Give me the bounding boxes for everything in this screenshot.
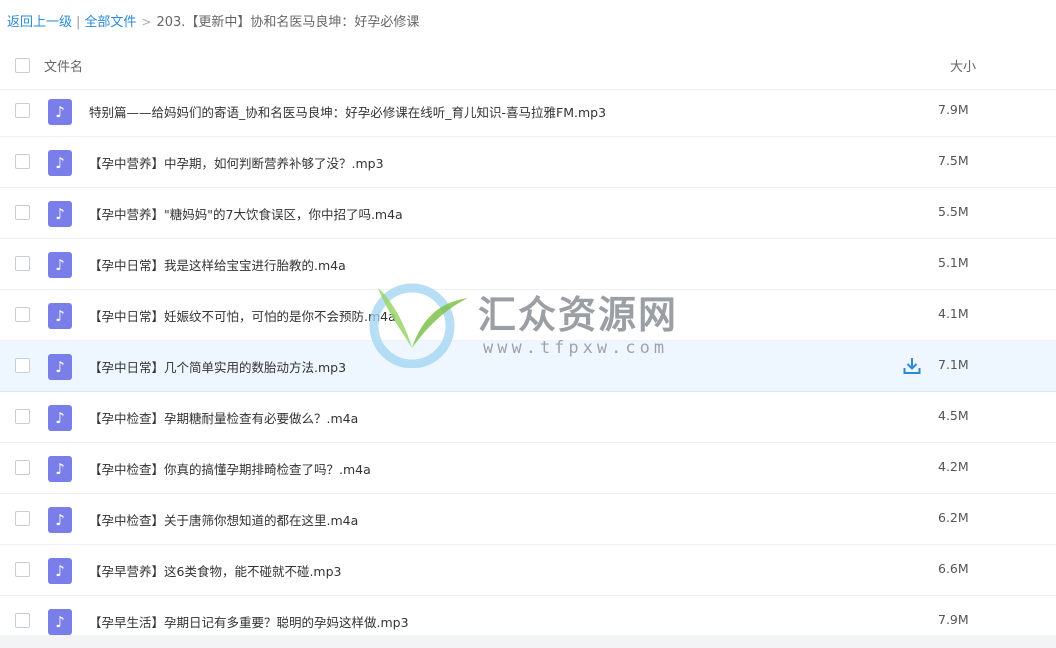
row-checkbox[interactable]	[15, 103, 30, 118]
music-note-icon: ♪	[48, 150, 72, 176]
breadcrumb-separator: |	[76, 15, 81, 30]
file-size: 6.6M	[938, 561, 969, 576]
music-note-icon: ♪	[48, 354, 72, 380]
row-checkbox[interactable]	[15, 205, 30, 220]
row-checkbox[interactable]	[15, 256, 30, 271]
name-column-header[interactable]: 文件名	[44, 56, 83, 75]
back-link[interactable]: 返回上一级	[7, 15, 72, 30]
all-files-link[interactable]: 全部文件	[84, 15, 136, 30]
file-size: 4.2M	[938, 459, 969, 474]
row-checkbox[interactable]	[15, 511, 30, 526]
file-name[interactable]: 【孕中日常】我是这样给宝宝进行胎教的.m4a	[89, 255, 346, 274]
file-size: 6.2M	[938, 510, 969, 525]
music-note-icon: ♪	[48, 405, 72, 431]
file-row[interactable]: ♪ 【孕中检查】你真的搞懂孕期排畸检查了吗？.m4a 4.2M	[0, 443, 1056, 494]
file-size: 7.9M	[938, 102, 969, 117]
file-size: 5.1M	[938, 255, 969, 270]
music-note-icon: ♪	[48, 558, 72, 584]
file-size: 4.1M	[938, 306, 969, 321]
breadcrumb: 返回上一级 | 全部文件 >203.【更新中】协和名医马良坤：好孕必修课	[7, 13, 419, 31]
current-folder: 203.【更新中】协和名医马良坤：好孕必修课	[156, 15, 420, 30]
file-row[interactable]: ♪ 【孕早营养】这6类食物，能不碰就不碰.mp3 6.6M	[0, 545, 1056, 596]
select-all-checkbox[interactable]	[15, 58, 30, 73]
file-name[interactable]: 特别篇——给妈妈们的寄语_协和名医马良坤：好孕必修课在线听_育儿知识-喜马拉雅F…	[89, 102, 606, 121]
music-note-icon: ♪	[48, 456, 72, 482]
music-note-icon: ♪	[48, 99, 72, 125]
music-note-icon: ♪	[48, 201, 72, 227]
music-note-icon: ♪	[48, 609, 72, 635]
size-column-header[interactable]: 大小	[950, 56, 976, 75]
row-checkbox[interactable]	[15, 562, 30, 577]
file-row[interactable]: ♪ 【孕中检查】关于唐筛你想知道的都在这里.m4a 6.2M	[0, 494, 1056, 545]
file-name[interactable]: 【孕中日常】妊娠纹不可怕，可怕的是你不会预防.m4a	[89, 306, 396, 325]
file-size: 7.9M	[938, 612, 969, 627]
file-size: 7.5M	[938, 153, 969, 168]
file-name[interactable]: 【孕中日常】几个简单实用的数胎动方法.mp3	[89, 357, 346, 376]
file-name[interactable]: 【孕中检查】关于唐筛你想知道的都在这里.m4a	[89, 510, 358, 529]
file-list-header: 文件名 大小	[0, 41, 1056, 90]
file-size: 4.5M	[938, 408, 969, 423]
row-checkbox[interactable]	[15, 154, 30, 169]
file-row[interactable]: ♪ 【孕中日常】几个简单实用的数胎动方法.mp3 7.1M	[0, 341, 1056, 392]
row-checkbox[interactable]	[15, 613, 30, 628]
file-name[interactable]: 【孕中营养】"糖妈妈"的7大饮食误区，你中招了吗.m4a	[89, 204, 403, 223]
file-name[interactable]: 【孕中检查】孕期糖耐量检查有必要做么？.m4a	[89, 408, 358, 427]
file-name[interactable]: 【孕早营养】这6类食物，能不碰就不碰.mp3	[89, 561, 342, 580]
row-checkbox[interactable]	[15, 460, 30, 475]
music-note-icon: ♪	[48, 303, 72, 329]
file-row[interactable]: ♪ 【孕中检查】孕期糖耐量检查有必要做么？.m4a 4.5M	[0, 392, 1056, 443]
row-checkbox[interactable]	[15, 358, 30, 373]
file-row[interactable]: ♪ 【孕中日常】妊娠纹不可怕，可怕的是你不会预防.m4a 4.1M	[0, 290, 1056, 341]
download-icon[interactable]	[902, 356, 922, 376]
file-row[interactable]: ♪ 【孕中日常】我是这样给宝宝进行胎教的.m4a 5.1M	[0, 239, 1056, 290]
file-name[interactable]: 【孕中检查】你真的搞懂孕期排畸检查了吗？.m4a	[89, 459, 371, 478]
file-row[interactable]: ♪ 【孕中营养】"糖妈妈"的7大饮食误区，你中招了吗.m4a 5.5M	[0, 188, 1056, 239]
file-size: 7.1M	[938, 357, 969, 372]
music-note-icon: ♪	[48, 507, 72, 533]
file-list: ♪ 特别篇——给妈妈们的寄语_协和名医马良坤：好孕必修课在线听_育儿知识-喜马拉雅…	[0, 86, 1056, 647]
file-name[interactable]: 【孕中营养】中孕期，如何判断营养补够了没？.mp3	[89, 153, 384, 172]
file-row[interactable]: ♪ 【孕中营养】中孕期，如何判断营养补够了没？.mp3 7.5M	[0, 137, 1056, 188]
file-size: 5.5M	[938, 204, 969, 219]
file-row[interactable]: ♪ 特别篇——给妈妈们的寄语_协和名医马良坤：好孕必修课在线听_育儿知识-喜马拉雅…	[0, 86, 1056, 137]
music-note-icon: ♪	[48, 252, 72, 278]
row-checkbox[interactable]	[15, 307, 30, 322]
file-name[interactable]: 【孕早生活】孕期日记有多重要？聪明的孕妈这样做.mp3	[89, 612, 409, 631]
row-checkbox[interactable]	[15, 409, 30, 424]
bottom-bar	[0, 635, 1056, 648]
chevron-right-icon: >	[141, 15, 152, 29]
